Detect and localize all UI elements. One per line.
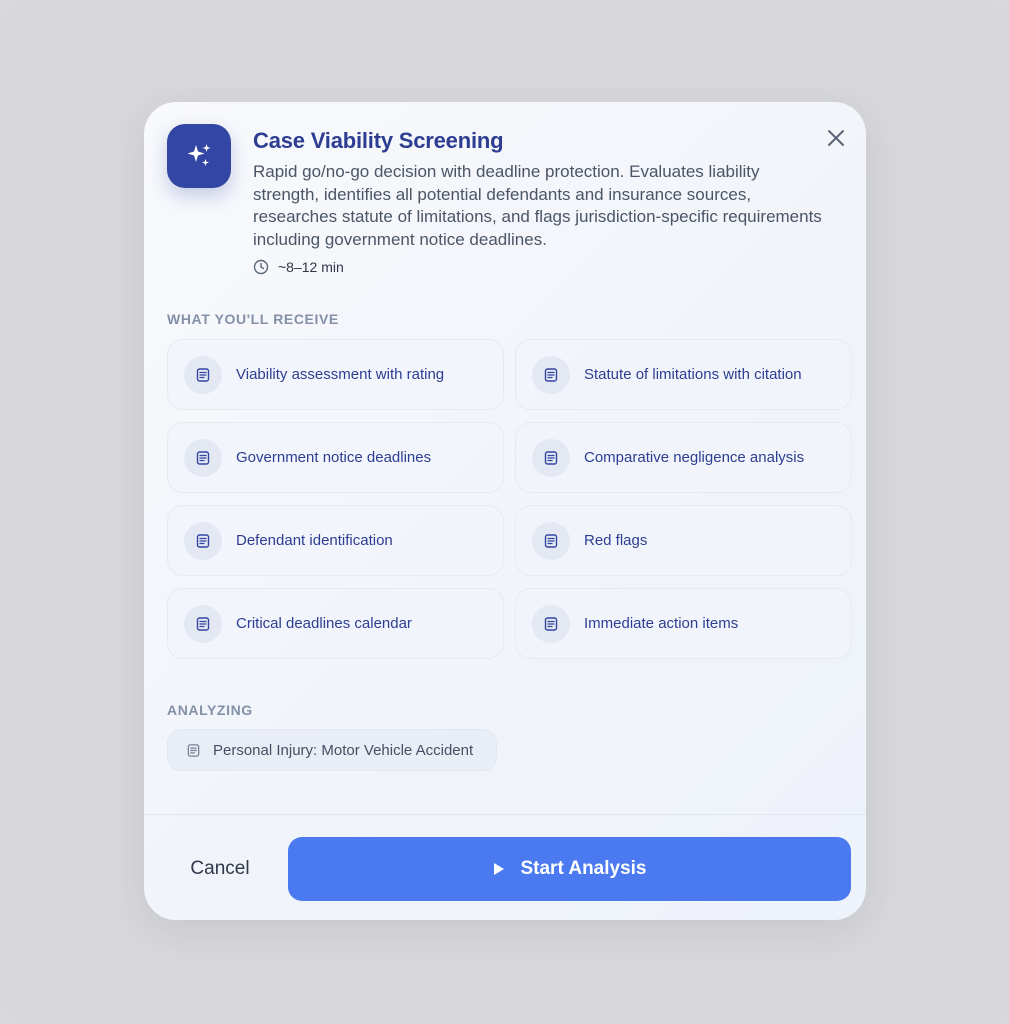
document-icon <box>184 355 222 394</box>
document-icon <box>184 521 222 560</box>
deliverable-item: Defendant identification <box>167 505 504 576</box>
deliverable-label: Defendant identification <box>236 532 393 549</box>
start-analysis-button[interactable]: Start Analysis <box>288 837 851 901</box>
deliverable-label: Comparative negligence analysis <box>584 449 805 466</box>
deliverable-item: Red flags <box>515 505 852 576</box>
play-icon <box>494 863 505 875</box>
case-type-chip: Personal Injury: Motor Vehicle Accident <box>167 729 497 771</box>
duration-text: ~8–12 min <box>278 259 344 275</box>
sparkles-icon <box>167 124 231 188</box>
deliverable-item: Immediate action items <box>515 588 852 659</box>
document-icon <box>184 604 222 643</box>
deliverable-label: Statute of limitations with citation <box>584 366 802 383</box>
backdrop: Case Viability Screening Rapid go/no-go … <box>0 0 1009 1024</box>
cancel-button[interactable]: Cancel <box>164 837 276 901</box>
deliverable-label: Red flags <box>584 532 648 549</box>
case-type-label: Personal Injury: Motor Vehicle Accident <box>213 741 474 759</box>
document-icon <box>184 438 222 477</box>
deliverable-item: Critical deadlines calendar <box>167 588 504 659</box>
clock-icon <box>253 259 269 275</box>
document-icon <box>532 355 570 394</box>
deliverable-item: Government notice deadlines <box>167 422 504 493</box>
deliverable-label: Critical deadlines calendar <box>236 615 412 632</box>
case-viability-dialog: Case Viability Screening Rapid go/no-go … <box>144 102 866 920</box>
document-icon <box>532 438 570 477</box>
deliverables-grid: Viability assessment with rating Statute… <box>167 339 852 659</box>
deliverable-label: Viability assessment with rating <box>236 366 445 383</box>
receive-heading: WHAT YOU'LL RECEIVE <box>167 311 339 327</box>
deliverable-item: Statute of limitations with citation <box>515 339 852 410</box>
document-icon <box>532 521 570 560</box>
footer-divider <box>144 814 866 815</box>
deliverable-label: Immediate action items <box>584 615 739 632</box>
estimated-duration: ~8–12 min <box>253 259 344 275</box>
document-icon <box>187 743 200 757</box>
analyzing-heading: ANALYZING <box>167 702 253 718</box>
deliverable-label: Government notice deadlines <box>236 449 432 466</box>
dialog-title: Case Viability Screening <box>253 128 504 153</box>
close-icon <box>828 130 844 146</box>
start-analysis-label: Start Analysis <box>520 858 647 879</box>
document-icon <box>532 604 570 643</box>
deliverable-item: Comparative negligence analysis <box>515 422 852 493</box>
deliverable-item: Viability assessment with rating <box>167 339 504 410</box>
dialog-description: Rapid go/no-go decision with deadline pr… <box>253 162 822 249</box>
close-button[interactable] <box>824 126 848 150</box>
